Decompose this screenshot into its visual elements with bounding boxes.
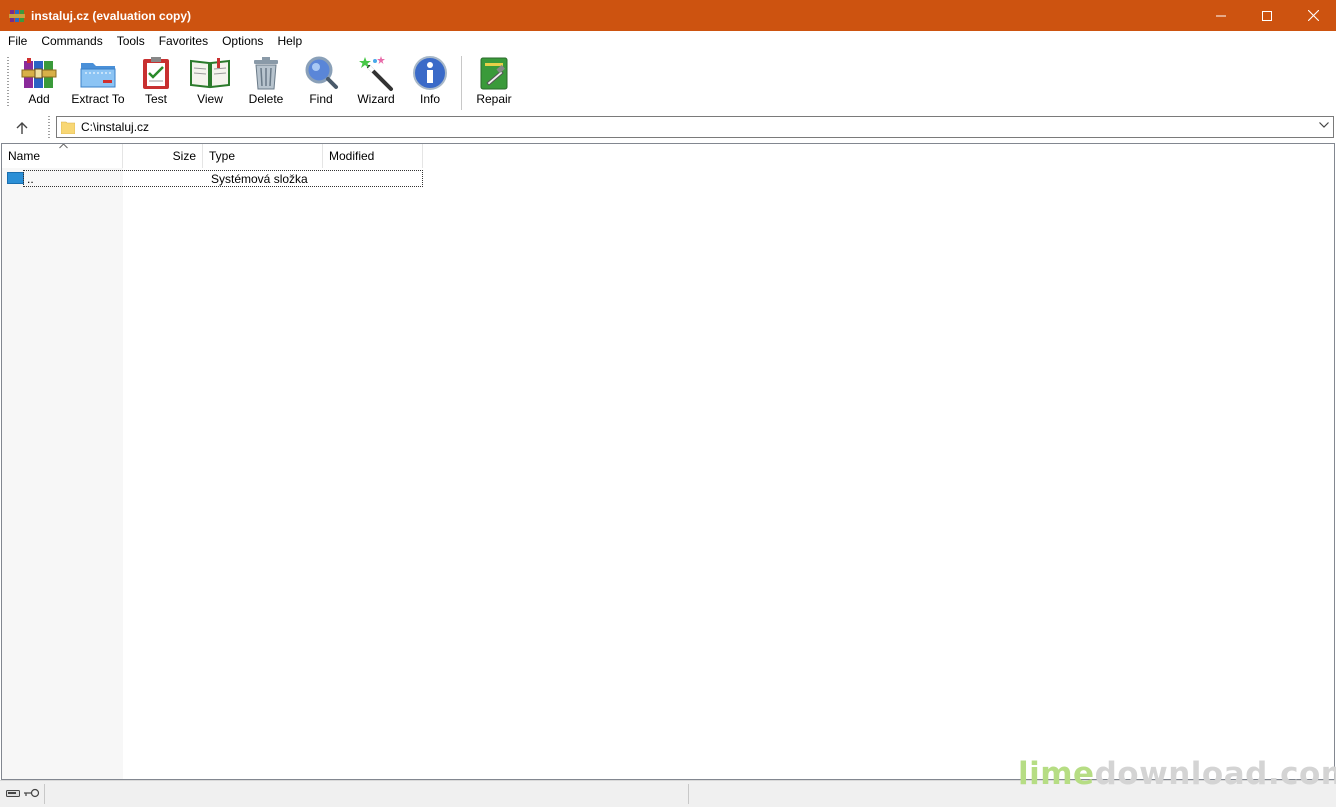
- extract-to-button[interactable]: Extract To: [70, 55, 126, 111]
- info-label: Info: [419, 92, 440, 106]
- watermark-part1: lime: [1018, 756, 1095, 792]
- name-column-shade: [2, 168, 123, 779]
- menu-options[interactable]: Options: [215, 31, 270, 51]
- address-combobox[interactable]: C:\instaluj.cz: [56, 116, 1334, 138]
- close-icon: [1307, 10, 1319, 21]
- view-book-icon: [190, 58, 230, 89]
- test-label: Test: [144, 92, 167, 106]
- wizard-button[interactable]: Wizard: [356, 55, 396, 111]
- info-icon: [413, 56, 447, 90]
- column-header: Name Size Type Modified: [2, 144, 423, 168]
- menu-bar: File Commands Tools Favorites Options He…: [0, 31, 1336, 52]
- address-grip[interactable]: [48, 116, 50, 140]
- status-divider: [688, 784, 689, 804]
- test-clipboard-icon: [143, 57, 169, 89]
- view-label: View: [197, 92, 223, 106]
- watermark-part2: download.com: [1094, 756, 1336, 792]
- menu-tools[interactable]: Tools: [110, 31, 152, 51]
- find-label: Find: [309, 92, 333, 106]
- delete-trash-icon: [254, 57, 278, 90]
- repair-button[interactable]: Repair: [474, 55, 514, 111]
- test-button[interactable]: Test: [136, 55, 176, 111]
- repair-kit-icon: [480, 57, 508, 90]
- drive-icon[interactable]: [6, 788, 20, 798]
- arrow-up-icon: [16, 121, 28, 134]
- address-path: C:\instaluj.cz: [81, 120, 150, 134]
- minimize-icon: [1216, 15, 1226, 16]
- column-name[interactable]: Name: [2, 144, 123, 168]
- find-magnifier-icon: [305, 56, 338, 89]
- parent-folder-icon: [7, 172, 24, 184]
- menu-file[interactable]: File: [0, 31, 34, 51]
- table-row[interactable]: .. Systémová složka: [23, 170, 423, 187]
- delete-button[interactable]: Delete: [246, 55, 286, 111]
- menu-help[interactable]: Help: [270, 31, 309, 51]
- extract-to-label: Extract To: [71, 92, 125, 106]
- maximize-button[interactable]: [1244, 0, 1290, 31]
- toolbar-grip[interactable]: [7, 57, 9, 107]
- extract-folder-icon: [80, 63, 116, 88]
- address-bar: C:\instaluj.cz: [0, 113, 1336, 143]
- wizard-wand-icon: [359, 56, 393, 91]
- column-type[interactable]: Type: [203, 144, 323, 168]
- find-button[interactable]: Find: [301, 55, 341, 111]
- row-type: Systémová složka: [211, 172, 308, 186]
- menu-commands[interactable]: Commands: [34, 31, 109, 51]
- column-modified[interactable]: Modified: [323, 144, 423, 168]
- info-button[interactable]: Info: [412, 55, 448, 111]
- title-bar: instaluj.cz (evaluation copy): [0, 0, 1336, 31]
- up-folder-button[interactable]: [12, 119, 32, 137]
- view-button[interactable]: View: [188, 55, 232, 111]
- menu-favorites[interactable]: Favorites: [152, 31, 215, 51]
- column-size[interactable]: Size: [123, 144, 203, 168]
- key-icon[interactable]: [24, 788, 40, 798]
- winrar-app-icon[interactable]: [9, 8, 25, 24]
- minimize-button[interactable]: [1198, 0, 1244, 31]
- folder-icon: [61, 121, 75, 134]
- toolbar: Add Extract To Test View Delete Find Wiz…: [0, 51, 1336, 113]
- chevron-down-icon: [1319, 122, 1329, 128]
- toolbar-separator: [461, 56, 462, 110]
- row-name: ..: [27, 172, 34, 186]
- close-button[interactable]: [1290, 0, 1336, 31]
- add-archive-icon: [21, 58, 57, 88]
- status-icons: [6, 788, 40, 798]
- file-list[interactable]: Name Size Type Modified .. Systémová slo…: [1, 143, 1335, 780]
- delete-label: Delete: [248, 92, 284, 106]
- status-divider: [44, 784, 45, 804]
- add-button[interactable]: Add: [16, 55, 62, 111]
- wizard-label: Wizard: [357, 92, 395, 106]
- window-title: instaluj.cz (evaluation copy): [31, 8, 192, 23]
- maximize-icon: [1262, 10, 1272, 21]
- repair-label: Repair: [476, 92, 512, 106]
- add-label: Add: [28, 92, 50, 106]
- watermark: limedownload.com: [1018, 756, 1336, 792]
